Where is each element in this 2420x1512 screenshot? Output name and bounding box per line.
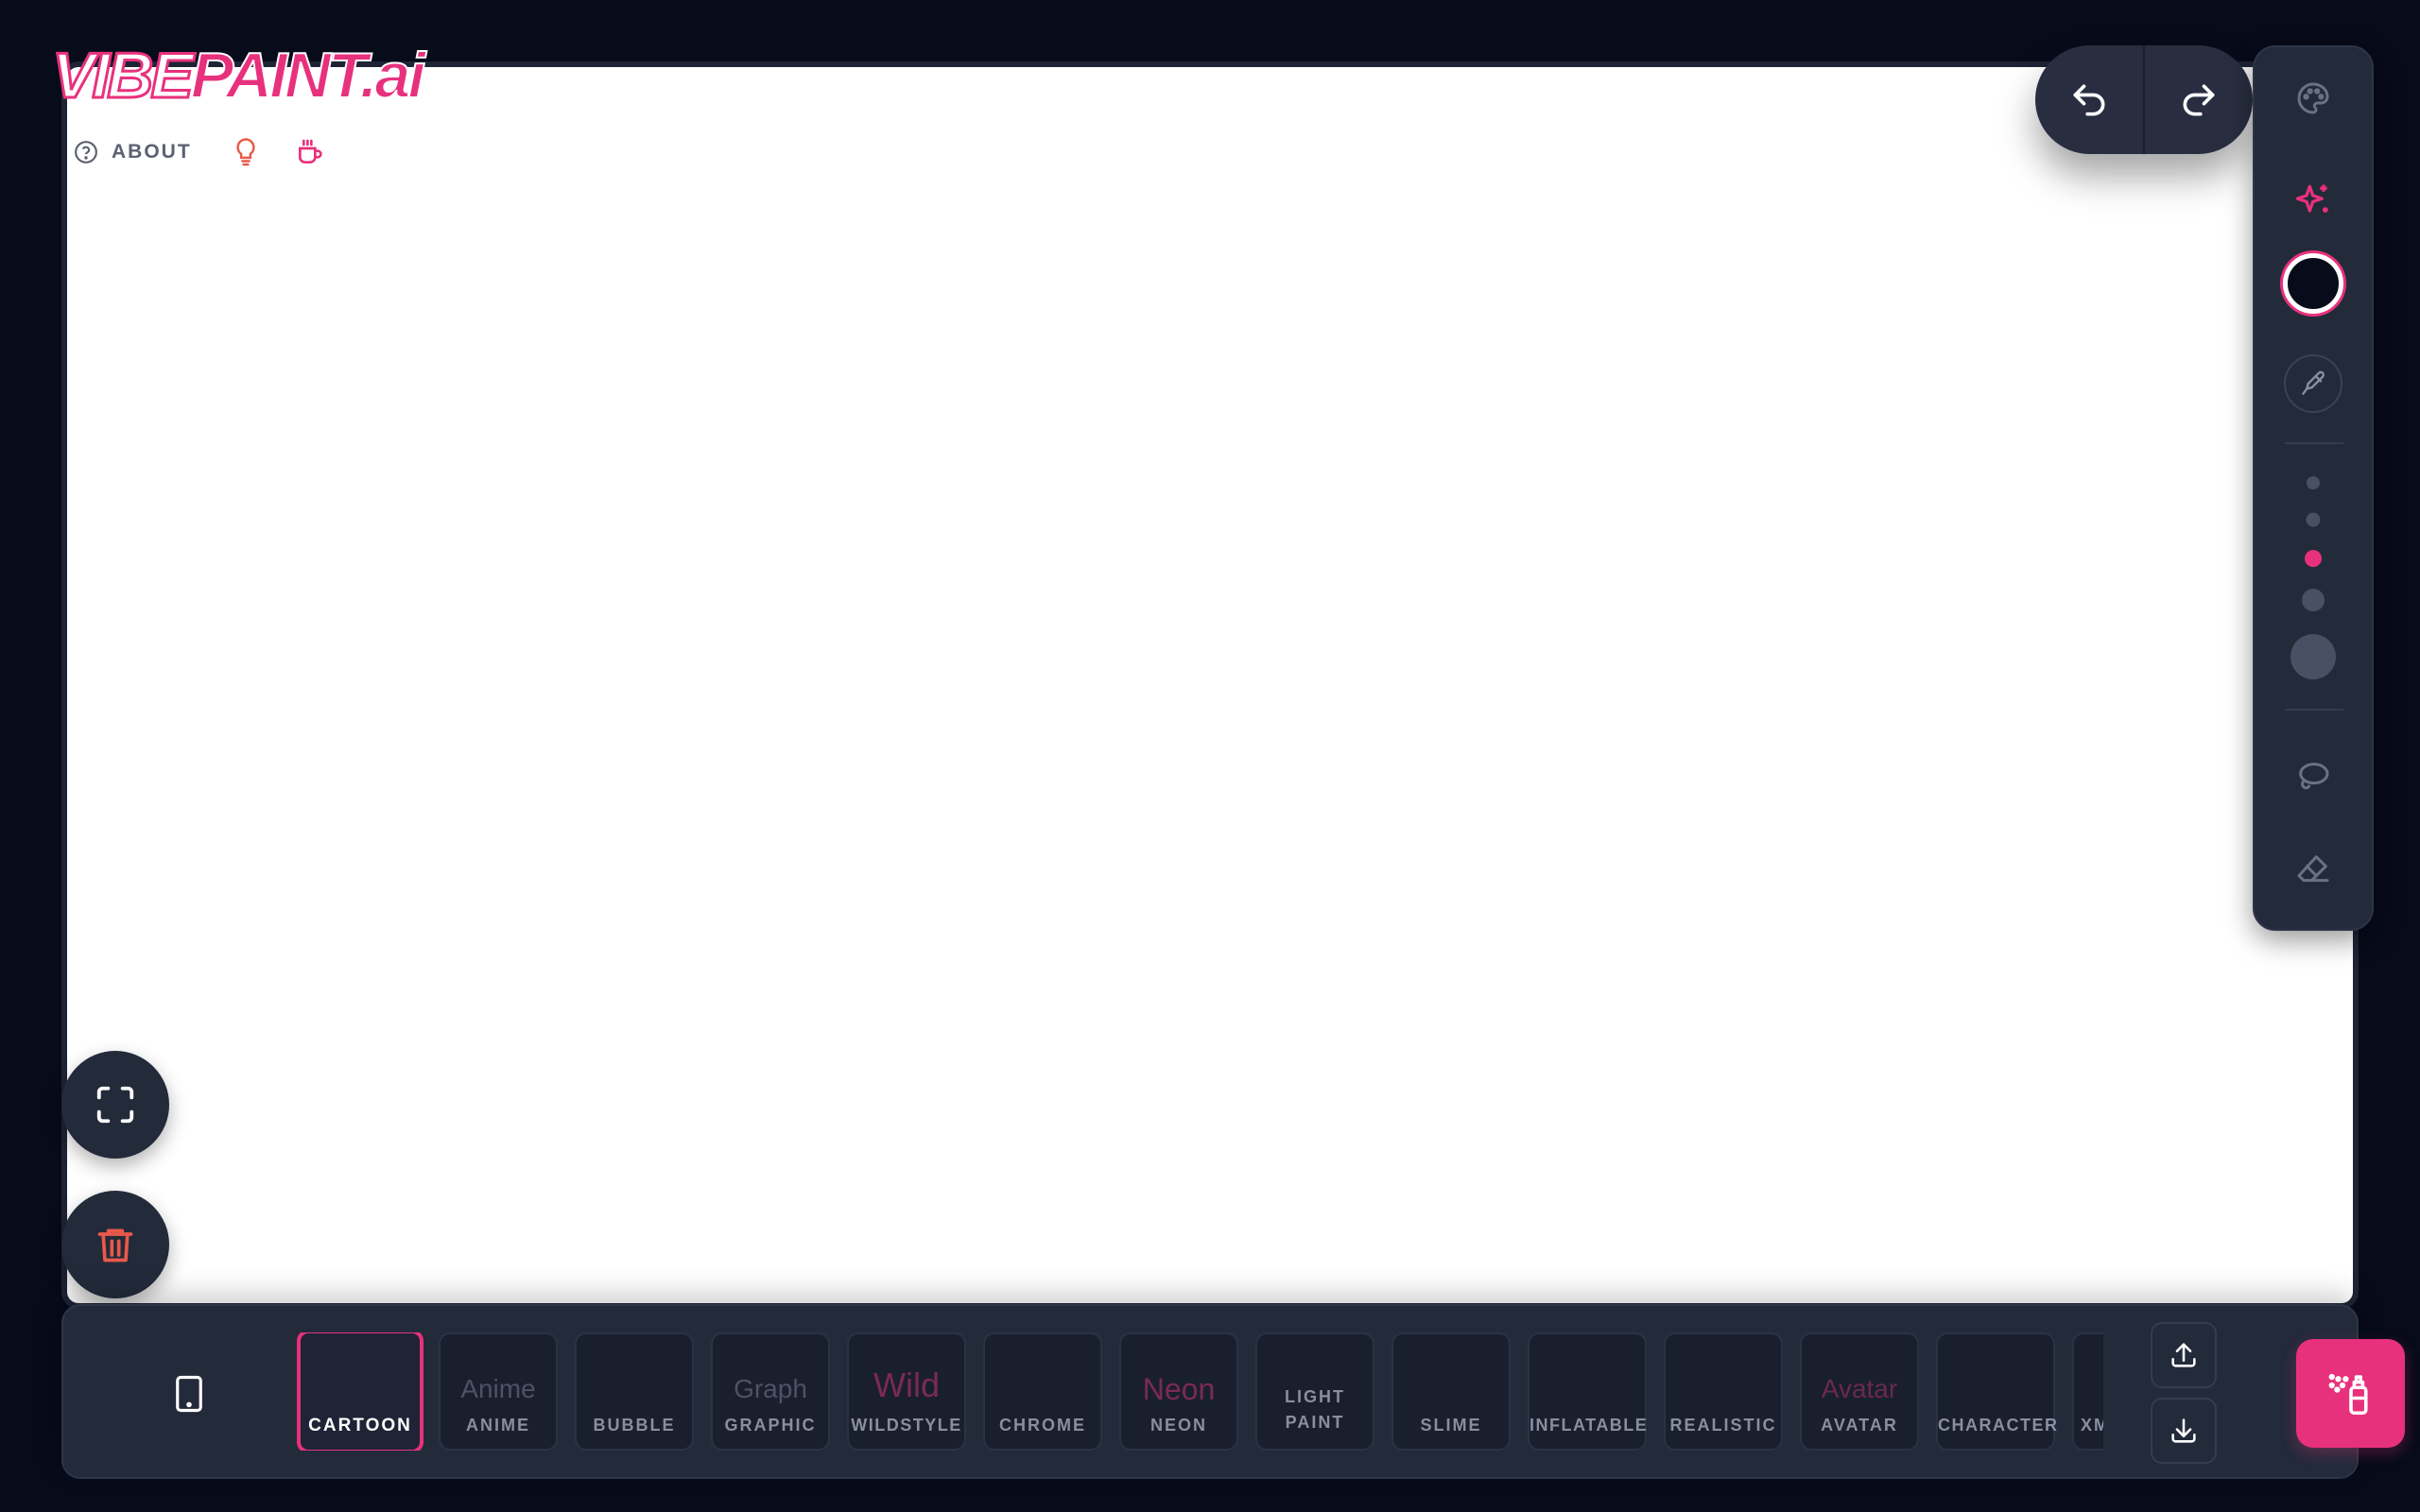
clear-canvas-button[interactable] <box>61 1191 169 1298</box>
style-label: CHROME <box>999 1416 1086 1435</box>
ai-magic-button[interactable] <box>2292 180 2334 221</box>
style-preview: Graph <box>734 1374 807 1403</box>
redo-button[interactable] <box>2145 45 2253 154</box>
style-option-chrome[interactable]: CHROME <box>983 1332 1102 1451</box>
style-label: INFLATABLE <box>1530 1416 1649 1435</box>
style-label: SLIME <box>1420 1416 1482 1435</box>
aspect-ratio-button[interactable] <box>172 1374 206 1418</box>
style-label: CARTOON <box>308 1416 412 1435</box>
palette-icon <box>2297 82 2329 114</box>
history-controls <box>2035 45 2253 154</box>
color-picker-button[interactable] <box>2283 253 2343 314</box>
style-option-neon[interactable]: Neon NEON <box>1119 1332 1238 1451</box>
ideas-button[interactable] <box>232 137 260 174</box>
sidebar-divider <box>2285 442 2343 444</box>
brush-size-xl[interactable] <box>2290 634 2336 679</box>
sidebar-divider <box>2285 709 2343 711</box>
download-icon <box>2171 1418 2196 1443</box>
style-option-avatar[interactable]: Avatar AVATAR <box>1800 1332 1919 1451</box>
style-label: AVATAR <box>1821 1416 1898 1435</box>
style-preview: Avatar <box>1821 1374 1898 1403</box>
style-label: XMAS TEX <box>2080 1416 2103 1435</box>
coffee-icon <box>299 139 322 163</box>
drawing-canvas[interactable] <box>61 61 2359 1309</box>
style-preview: Neon <box>1142 1372 1216 1406</box>
brush-size-m[interactable] <box>2305 550 2322 567</box>
style-label: CHARACTER <box>1938 1416 2059 1435</box>
spray-can-icon <box>2328 1373 2368 1415</box>
style-list: CARTOON Anime ANIME BUBBLE Graph GRAPHIC Wild W… <box>236 1332 2103 1451</box>
lasso-button[interactable] <box>2294 758 2332 796</box>
eraser-icon <box>2297 855 2329 883</box>
style-option-bubble[interactable]: BUBBLE <box>575 1332 694 1451</box>
style-option-character[interactable]: CHARACTER <box>1936 1332 2059 1451</box>
lasso-icon <box>2299 763 2329 790</box>
logo-vibe: VIBE <box>51 40 196 112</box>
undo-button[interactable] <box>2035 45 2143 154</box>
style-label: ANIME <box>466 1416 530 1435</box>
style-option-cartoon[interactable]: CARTOON <box>297 1332 424 1451</box>
style-option-anime[interactable]: Anime ANIME <box>439 1332 558 1451</box>
style-bar: CARTOON Anime ANIME BUBBLE Graph GRAPHIC Wild W… <box>61 1304 2405 1479</box>
coffee-button[interactable] <box>295 137 325 172</box>
redo-icon <box>2183 84 2215 115</box>
about-label: ABOUT <box>112 141 192 163</box>
undo-icon <box>2073 84 2105 115</box>
style-label: GRAPHIC <box>724 1416 817 1435</box>
app-logo: VIBEPAINT.ai <box>51 40 427 112</box>
upload-button[interactable] <box>2151 1322 2217 1388</box>
help-circle-icon <box>75 141 97 163</box>
style-label: LIGHT PAINT <box>1285 1387 1345 1432</box>
eyedropper-icon <box>2302 370 2325 395</box>
trash-icon <box>97 1228 133 1263</box>
style-preview: Wild <box>873 1366 940 1404</box>
about-link[interactable]: ABOUT <box>74 140 192 164</box>
style-option-wildstyle[interactable]: Wild WILDSTYLE <box>847 1332 966 1451</box>
style-label: WILDSTYLE <box>851 1416 962 1435</box>
fullscreen-button[interactable] <box>61 1051 169 1159</box>
style-preview: Anime <box>460 1374 536 1403</box>
eraser-button[interactable] <box>2294 850 2332 888</box>
generate-button[interactable] <box>2296 1339 2405 1448</box>
style-option-graphic[interactable]: Graph GRAPHIC <box>711 1332 830 1451</box>
style-option-inflatable[interactable]: INFLATABLE <box>1528 1332 1647 1451</box>
style-option-slime[interactable]: SLIME <box>1392 1332 1511 1451</box>
eyedropper-button[interactable] <box>2284 354 2342 413</box>
eyedropper-ring <box>2284 354 2342 413</box>
logo-ai: .ai <box>359 40 427 112</box>
style-label: REALISTIC <box>1669 1416 1777 1435</box>
brush-size-xs[interactable] <box>2307 476 2320 490</box>
brush-size-s[interactable] <box>2306 512 2321 527</box>
style-label: NEON <box>1150 1416 1207 1435</box>
logo-paint: PAINT <box>190 40 364 112</box>
fullscreen-icon <box>96 1086 134 1124</box>
lightbulb-icon <box>236 138 255 166</box>
sparkle-icon <box>2295 184 2328 213</box>
style-option-xmas-tex[interactable]: XMAS TEX <box>2072 1332 2103 1451</box>
tool-sidebar <box>2253 45 2374 931</box>
upload-icon <box>2171 1343 2196 1367</box>
style-option-light-paint[interactable]: LIGHT PAINT <box>1255 1332 1374 1451</box>
palette-button[interactable] <box>2294 79 2332 117</box>
tablet-icon <box>176 1375 202 1413</box>
download-button[interactable] <box>2151 1398 2217 1464</box>
style-option-realistic[interactable]: REALISTIC <box>1664 1332 1783 1451</box>
current-color-swatch <box>2283 253 2343 314</box>
style-label: BUBBLE <box>593 1416 676 1435</box>
brush-size-l[interactable] <box>2302 589 2325 611</box>
